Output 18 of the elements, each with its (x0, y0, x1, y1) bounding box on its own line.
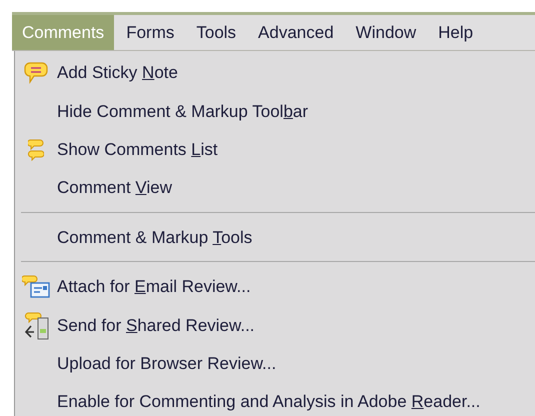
server-bubble-icon (22, 312, 50, 340)
menu-item[interactable]: Add Sticky Note (57, 63, 178, 84)
menu-item[interactable]: Enable for Commenting and Analysis in Adobe Reader... (57, 392, 480, 412)
menu-bar-item[interactable]: Window (346, 15, 426, 50)
menu-bar-item[interactable]: Tools (186, 15, 246, 50)
speech-bubbles-icon (28, 138, 44, 161)
menu-item[interactable]: Show Comments List (57, 140, 218, 160)
menu-item[interactable]: Comment View (57, 178, 172, 198)
speech-bubble-icon (24, 62, 48, 84)
menu-item[interactable]: Send for Shared Review... (57, 316, 255, 336)
menu-bar-item[interactable]: Forms (116, 15, 184, 50)
menu-item[interactable]: Comment & Markup Tools (57, 228, 252, 248)
menu-bar-item[interactable]: Help (428, 15, 484, 50)
menu-item[interactable]: Hide Comment & Markup Toolbar (57, 102, 308, 122)
menu-item[interactable]: Upload for Browser Review... (57, 354, 276, 374)
menu-bar-item[interactable]: Advanced (248, 15, 344, 50)
menu-item[interactable]: Attach for Email Review... (57, 277, 251, 298)
envelope-bubble-icon (22, 275, 50, 300)
